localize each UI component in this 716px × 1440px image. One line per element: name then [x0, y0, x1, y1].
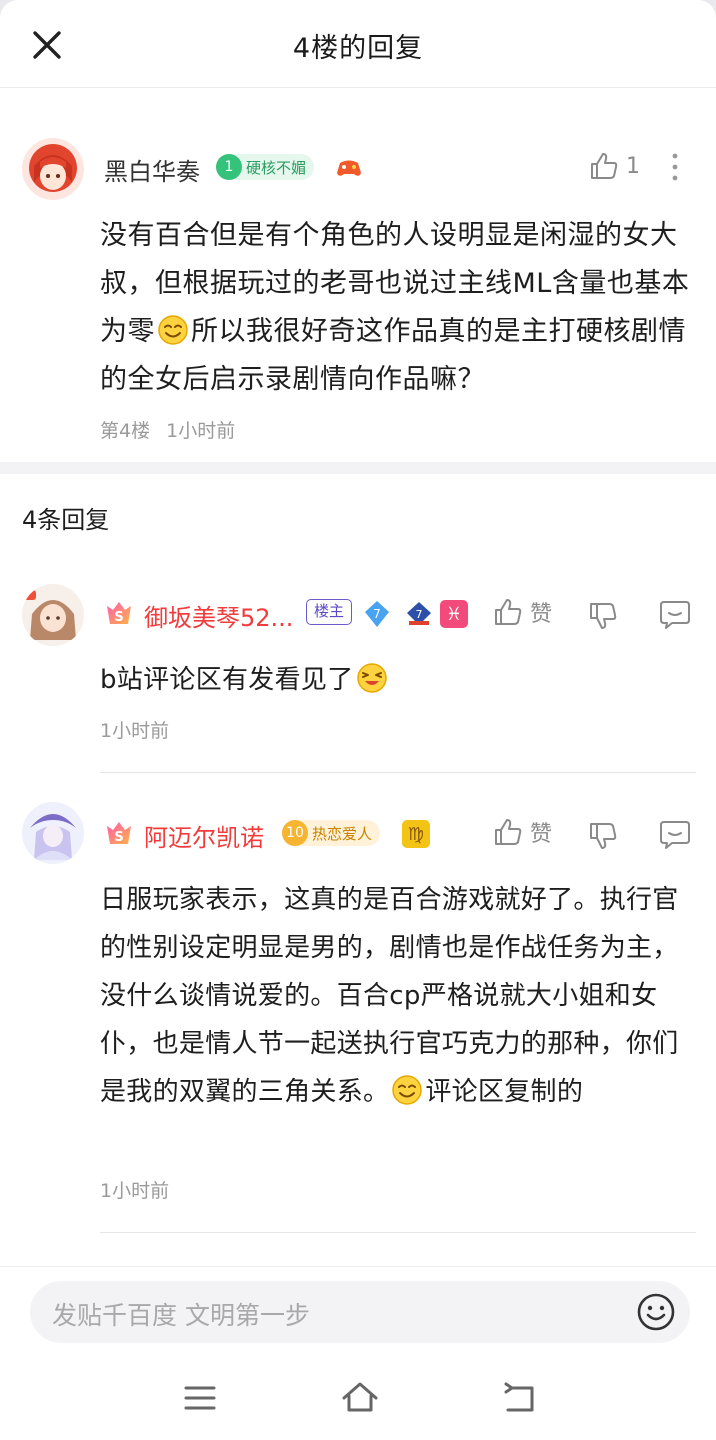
comment-bar: 发贴千百度 文明第一步: [0, 1266, 716, 1360]
like-label: 赞: [530, 822, 553, 847]
home-icon[interactable]: [340, 1378, 380, 1418]
badge-title: 硬核不媚: [246, 158, 307, 177]
like-button[interactable]: 赞: [492, 816, 552, 848]
medal-icon: 7: [404, 599, 434, 629]
comment-icon[interactable]: [658, 818, 692, 852]
post-content: 没有百合但是有个角色的人设明显是闲湿的女大叔，但根据玩过的老哥也说过主线ML含量…: [100, 212, 700, 404]
owner-tag: 楼主: [306, 599, 353, 625]
thumbs-down-icon[interactable]: [586, 818, 620, 852]
reply-item: S 阿迈尔凯诺 10 热恋爱人 ♍ 赞 日服玩家表示，这真的是百合游戏就好了。执…: [0, 788, 716, 1236]
vip-icon: S: [104, 818, 134, 848]
like-count: 1: [626, 153, 640, 179]
vip-icon: S: [104, 598, 134, 628]
more-icon[interactable]: [658, 150, 692, 184]
row-divider: [100, 1232, 696, 1233]
reply-text: b站评论区有发看见了: [100, 665, 354, 695]
virgo-icon: ♍: [402, 820, 430, 848]
floor-number: 第4楼: [100, 420, 151, 442]
badge-title: 热恋爱人: [312, 824, 373, 843]
page-title: 4楼的回复: [292, 33, 424, 64]
reply-time: 1小时前: [100, 1180, 170, 1202]
comment-icon[interactable]: [658, 598, 692, 632]
like-button[interactable]: 1: [588, 150, 640, 182]
input-placeholder: 发贴千百度 文明第一步: [52, 1301, 310, 1330]
avatar[interactable]: [22, 584, 84, 646]
username[interactable]: 黑白华奏: [104, 152, 200, 187]
section-divider: [0, 462, 716, 474]
reply-time: 1小时前: [100, 720, 170, 742]
level-badge: 1 硬核不媚: [216, 154, 315, 180]
thumbs-up-icon: [495, 819, 522, 845]
emoji-picker-icon[interactable]: [636, 1292, 676, 1332]
smile-emoji-icon: [392, 1075, 423, 1105]
menu-icon[interactable]: [180, 1378, 220, 1418]
thumbs-down-icon[interactable]: [586, 598, 620, 632]
svg-text:S: S: [114, 610, 123, 625]
comment-input[interactable]: 发贴千百度 文明第一步: [30, 1281, 690, 1343]
gamepad-icon: [334, 153, 364, 183]
main-post: 黑白华奏 1 硬核不媚 1 没有百合但是有个角色的人设明显是闲湿的女大叔，但根据…: [0, 108, 716, 460]
level-number: 10: [282, 820, 308, 846]
thumbs-up-icon: [495, 599, 522, 625]
username[interactable]: 御坂美琴52...: [144, 598, 293, 633]
level-number: 1: [216, 154, 242, 180]
back-icon[interactable]: [500, 1378, 540, 1418]
post-meta: 第4楼 1小时前: [100, 416, 235, 443]
svg-text:7: 7: [416, 608, 423, 621]
like-label: 赞: [530, 602, 553, 627]
system-nav-bar: [0, 1360, 716, 1440]
username[interactable]: 阿迈尔凯诺: [144, 818, 264, 853]
svg-text:S: S: [114, 830, 123, 845]
pisces-icon: ♓: [440, 600, 468, 628]
reply-item: S 御坂美琴52... 楼主 7 7 ♓ 赞 b站评论区有发看见了 1小时前: [0, 568, 716, 774]
laugh-emoji-icon: [356, 663, 387, 693]
reply-text-part1: 日服玩家表示，这真的是百合游戏就好了。执行官的性别设定明显是男的，剧情也是作战任…: [100, 885, 679, 1107]
level-gem-icon: 7: [362, 599, 392, 629]
row-divider: [100, 772, 696, 773]
thumbs-up-icon: [591, 153, 618, 179]
reply-content: b站评论区有发看见了: [100, 656, 700, 704]
reply-content: 日服玩家表示，这真的是百合游戏就好了。执行官的性别设定明显是男的，剧情也是作战任…: [100, 876, 700, 1116]
like-button[interactable]: 赞: [492, 596, 552, 628]
level-badge: 10 热恋爱人: [282, 820, 381, 846]
reply-count: 4条回复: [22, 506, 110, 534]
header: 4楼的回复: [0, 0, 716, 88]
avatar[interactable]: [22, 138, 84, 200]
level-number: 7: [373, 607, 381, 621]
post-time: 1小时前: [166, 420, 236, 442]
reply-text-part2: 评论区复制的: [425, 1077, 584, 1107]
reply-sheet: 4楼的回复 黑白华奏 1 硬核不媚 1 没有百合但是有个角色的人设明显是闲湿的女…: [0, 0, 716, 1440]
avatar[interactable]: [22, 802, 84, 864]
smile-emoji-icon: [158, 315, 188, 345]
